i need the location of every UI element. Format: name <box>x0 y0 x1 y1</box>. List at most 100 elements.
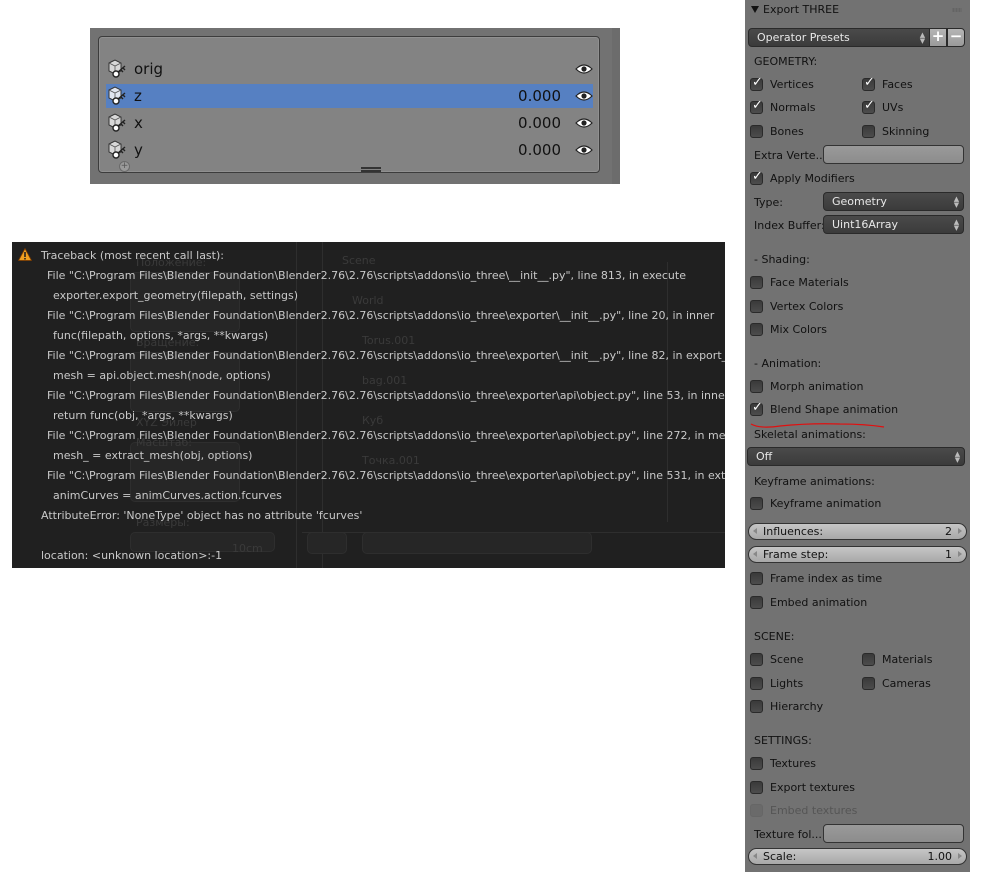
shape-key-value[interactable]: 0.000 <box>491 87 561 105</box>
checkbox-box[interactable] <box>862 677 875 690</box>
shape-key-icon <box>106 58 130 80</box>
checkbox-textures[interactable]: Textures <box>750 757 816 770</box>
checkmark-icon: ✓ <box>864 75 875 90</box>
texture-folder-input[interactable] <box>823 824 964 843</box>
checkbox-box[interactable] <box>750 653 763 666</box>
checkbox-box[interactable] <box>750 323 763 336</box>
decrement-arrow-icon[interactable] <box>753 551 757 557</box>
checkbox-box[interactable] <box>862 653 875 666</box>
checkbox-lights[interactable]: Lights <box>750 677 803 690</box>
frame-step-field[interactable]: Frame step: 1 <box>748 546 967 563</box>
checkbox-faces[interactable]: ✓ Faces <box>862 75 913 91</box>
shape-key-icon <box>106 112 130 134</box>
checkbox-cameras[interactable]: Cameras <box>862 677 931 690</box>
checkbox-box[interactable]: ✓ <box>750 170 763 185</box>
export-three-panel: Export THREE Operator Presets ▲ ▼ + − GEO… <box>745 0 970 872</box>
checkbox-box[interactable]: ✓ <box>862 75 875 91</box>
checkbox-label: Hierarchy <box>770 700 824 713</box>
add-preset-button[interactable]: + <box>929 28 947 47</box>
checkbox-label: UVs <box>882 101 904 114</box>
checkbox-vertex-colors[interactable]: Vertex Colors <box>750 300 843 313</box>
up-down-arrows-icon: ▲ ▼ <box>954 450 961 464</box>
checkbox-materials[interactable]: Materials <box>862 653 932 666</box>
collapse-triangle-icon[interactable] <box>751 6 759 13</box>
operator-presets-select[interactable]: Operator Presets ▲ ▼ <box>748 28 930 47</box>
checkbox-label: Blend Shape animation <box>770 403 899 416</box>
checkbox-face-materials[interactable]: Face Materials <box>750 276 849 289</box>
eye-icon[interactable] <box>575 144 593 156</box>
checkbox-box[interactable]: ✓ <box>862 99 875 114</box>
checkbox-box[interactable]: ✓ <box>750 401 763 416</box>
eye-icon[interactable] <box>575 117 593 129</box>
type-label: Type: <box>754 196 783 209</box>
checkbox-box[interactable] <box>750 781 763 794</box>
checkbox-apply-modifiers[interactable]: ✓ Apply Modifiers <box>750 170 855 185</box>
increment-arrow-icon[interactable] <box>958 528 962 534</box>
texture-folder-label: Texture fol... <box>754 828 822 841</box>
error-message: AttributeError: 'NoneType' object has no… <box>41 509 363 522</box>
shape-key-row-orig[interactable]: orig <box>106 57 593 81</box>
checkbox-scene[interactable]: Scene <box>750 653 804 666</box>
remove-preset-button[interactable]: − <box>947 28 965 47</box>
increment-arrow-icon[interactable] <box>958 551 962 557</box>
checkbox-box[interactable] <box>750 380 763 393</box>
checkbox-box[interactable] <box>750 757 763 770</box>
shape-key-icon <box>106 85 130 107</box>
checkbox-box[interactable] <box>750 497 763 510</box>
shape-key-value[interactable]: 0.000 <box>491 141 561 159</box>
checkbox-box[interactable] <box>750 300 763 313</box>
traceback-header: Traceback (most recent call last): <box>41 249 224 262</box>
extra-vertex-input[interactable] <box>823 145 964 164</box>
panel-header[interactable]: Export THREE <box>745 0 970 20</box>
checkbox-keyframe-animation[interactable]: Keyframe animation <box>750 497 881 510</box>
increment-arrow-icon[interactable] <box>958 853 962 859</box>
checkbox-box[interactable] <box>750 125 763 138</box>
shape-key-row-y[interactable]: y 0.000 <box>106 138 593 162</box>
checkbox-box[interactable] <box>750 276 763 289</box>
drag-grip-icon[interactable] <box>952 8 962 12</box>
checkbox-label: Faces <box>882 78 913 91</box>
checkbox-hierarchy[interactable]: Hierarchy <box>750 700 823 713</box>
checkbox-bones[interactable]: Bones <box>750 125 804 138</box>
panel-title: Export THREE <box>763 3 840 16</box>
add-shape-key-icon[interactable]: + <box>119 161 130 172</box>
checkbox-box[interactable]: ✓ <box>750 76 763 91</box>
type-dropdown[interactable]: Geometry ▲ ▼ <box>823 192 964 211</box>
up-down-arrows-icon: ▲ ▼ <box>953 195 960 209</box>
ghost-outliner-item: Scene <box>342 254 376 267</box>
checkbox-box <box>750 804 763 817</box>
checkbox-normals[interactable]: ✓ Normals <box>750 99 816 114</box>
checkbox-box[interactable] <box>862 125 875 138</box>
eye-icon[interactable] <box>575 63 593 75</box>
scale-field[interactable]: Scale: 1.00 <box>748 848 967 865</box>
index-buffer-dropdown[interactable]: Uint16Array ▲ ▼ <box>823 215 964 234</box>
checkbox-label: Export textures <box>770 781 855 794</box>
shape-key-row-z[interactable]: z 0.000 <box>106 84 593 108</box>
checkbox-morph-animation[interactable]: Morph animation <box>750 380 864 393</box>
index-buffer-value: Uint16Array <box>832 218 899 231</box>
checkbox-blend-shape-animation[interactable]: ✓ Blend Shape animation <box>750 401 899 416</box>
checkbox-box[interactable] <box>750 572 763 585</box>
checkbox-vertices[interactable]: ✓ Vertices <box>750 76 814 91</box>
decrement-arrow-icon[interactable] <box>753 528 757 534</box>
checkbox-skinning[interactable]: Skinning <box>862 125 929 138</box>
skeletal-animations-dropdown[interactable]: Off ▲ ▼ <box>747 447 965 466</box>
checkbox-export-textures[interactable]: Export textures <box>750 781 855 794</box>
shape-key-value[interactable]: 0.000 <box>491 114 561 132</box>
shape-key-name: orig <box>134 60 164 78</box>
checkbox-frame-index-as-time[interactable]: Frame index as time <box>750 572 882 585</box>
checkbox-uvs[interactable]: ✓ UVs <box>862 99 904 114</box>
checkbox-embed-animation[interactable]: Embed animation <box>750 596 867 609</box>
ghost-outliner-item: Куб <box>362 414 384 427</box>
decrement-arrow-icon[interactable] <box>753 853 757 859</box>
checkbox-box[interactable] <box>750 700 763 713</box>
checkbox-mix-colors[interactable]: Mix Colors <box>750 323 827 336</box>
checkbox-box[interactable]: ✓ <box>750 99 763 114</box>
influences-field[interactable]: Influences: 2 <box>748 523 967 540</box>
influences-value: 2 <box>945 525 952 538</box>
checkbox-box[interactable] <box>750 596 763 609</box>
checkbox-box[interactable] <box>750 677 763 690</box>
eye-icon[interactable] <box>575 90 593 102</box>
shape-key-row-x[interactable]: x 0.000 <box>106 111 593 135</box>
resize-grip-icon[interactable] <box>361 167 381 172</box>
